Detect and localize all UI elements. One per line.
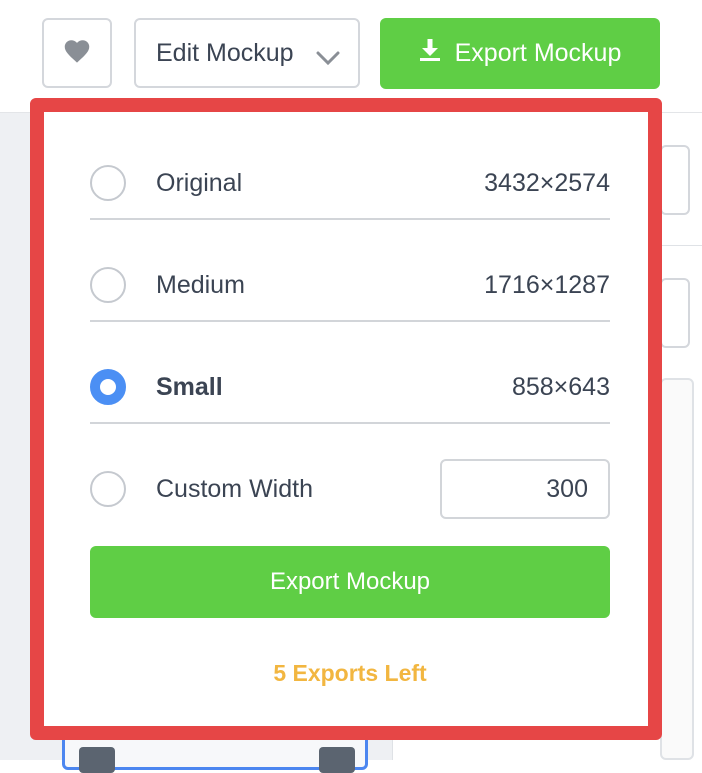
divider — [90, 218, 610, 220]
export-mockup-submit-button[interactable]: Export Mockup — [90, 546, 610, 618]
sidebar-control — [660, 278, 690, 348]
option-size: 3432×2574 — [484, 168, 610, 197]
edit-mockup-label: Edit Mockup — [156, 38, 294, 67]
radio-custom-width[interactable] — [90, 471, 126, 507]
option-label: Small — [156, 372, 223, 401]
crop-icon — [79, 747, 115, 773]
option-size: 858×643 — [511, 372, 610, 401]
favorite-button[interactable] — [42, 18, 112, 88]
sidebar-divider — [660, 245, 702, 246]
chevron-down-icon — [316, 44, 340, 73]
heart-icon — [63, 38, 91, 69]
download-icon — [419, 38, 441, 69]
radio-medium[interactable] — [90, 267, 126, 303]
option-label: Original — [156, 168, 243, 197]
export-options-panel: Original 3432×2574 Medium 1716×1287 Smal… — [30, 98, 662, 740]
top-toolbar: Edit Mockup Export Mockup — [0, 0, 702, 113]
option-custom-width[interactable]: Custom Width — [90, 438, 610, 540]
edit-mockup-dropdown[interactable]: Edit Mockup — [134, 18, 360, 88]
divider — [90, 422, 610, 424]
option-label: Medium — [156, 270, 245, 299]
radio-original[interactable] — [90, 165, 126, 201]
custom-width-input[interactable] — [440, 459, 610, 519]
option-size: 1716×1287 — [484, 270, 610, 299]
option-label: Custom Width — [156, 474, 313, 503]
radio-small[interactable] — [90, 369, 126, 405]
bag-icon — [319, 747, 355, 773]
sidebar-control — [660, 145, 690, 215]
sidebar-preview-card — [660, 378, 694, 760]
export-mockup-button[interactable]: Export Mockup — [380, 18, 660, 89]
export-mockup-label: Export Mockup — [454, 39, 622, 67]
divider — [90, 320, 610, 322]
exports-remaining-text: 5 Exports Left — [273, 660, 427, 686]
